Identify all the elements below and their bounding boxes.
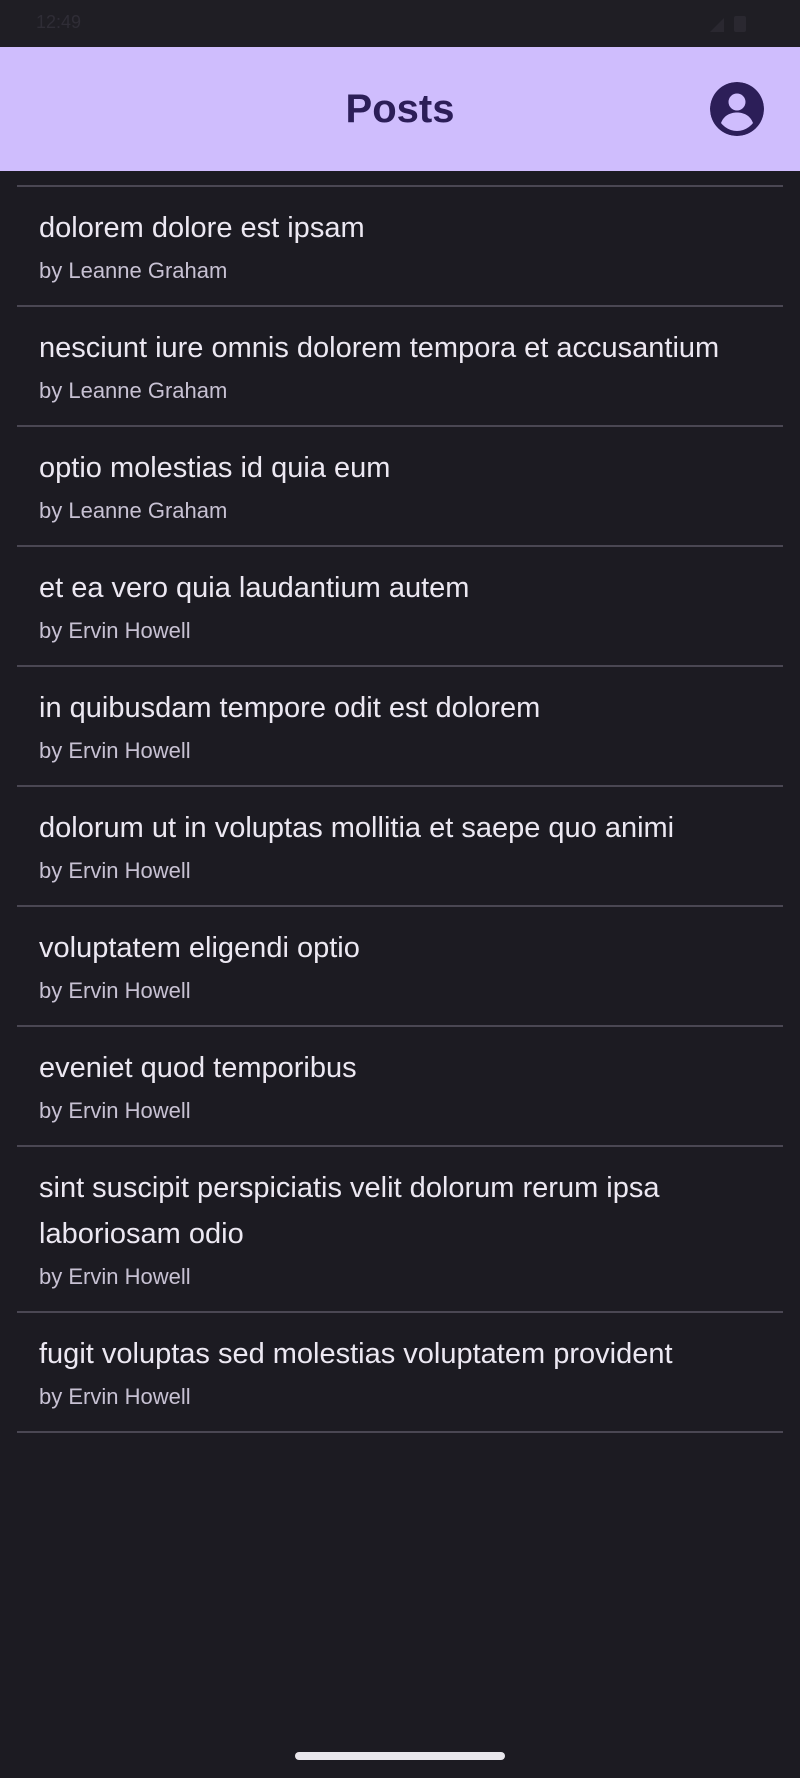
post-title: eveniet quod temporibus — [39, 1052, 357, 1084]
home-indicator[interactable] — [295, 1752, 505, 1760]
post-list-item[interactable]: sint suscipit perspiciatis velit dolorum… — [17, 1147, 783, 1313]
post-author: by Leanne Graham — [39, 258, 228, 283]
post-list-item[interactable]: nesciunt iure omnis dolorem tempora et a… — [17, 307, 783, 427]
post-list-item[interactable]: eveniet quod temporibus by Ervin Howell — [17, 1027, 783, 1147]
post-title: in quibusdam tempore odit est dolorem — [39, 692, 541, 724]
post-title: nesciunt iure omnis dolorem tempora et a… — [39, 332, 720, 364]
account-circle-icon[interactable] — [710, 82, 764, 136]
status-bar: 12:49 — [0, 0, 800, 47]
post-list-item[interactable]: voluptatem eligendi optio by Ervin Howell — [17, 907, 783, 1027]
post-title: optio molestias id quia eum — [39, 452, 391, 484]
post-list-item[interactable]: dolorum ut in voluptas mollitia et saepe… — [17, 787, 783, 907]
post-title: fugit voluptas sed molestias voluptatem … — [39, 1338, 673, 1370]
signal-battery-icon — [710, 16, 746, 32]
post-author: by Ervin Howell — [39, 978, 191, 1003]
post-title: dolorem dolore est ipsam — [39, 212, 365, 244]
post-list-item[interactable]: optio molestias id quia eum by Leanne Gra… — [17, 427, 783, 547]
top-app-bar: Posts — [0, 47, 800, 171]
post-author: by Ervin Howell — [39, 1264, 191, 1289]
status-time: 12:49 — [36, 12, 82, 32]
post-list-item[interactable]: in quibusdam tempore odit est dolorem by … — [17, 667, 783, 787]
post-list-item[interactable]: dolorem dolore est ipsam by Leanne Graham — [17, 187, 783, 307]
post-list-item[interactable]: by Leanne Graham — [17, 171, 783, 187]
post-author: by Leanne Graham — [39, 378, 228, 403]
posts-list[interactable]: by Leanne Grahamdolorem dolore est ipsam… — [0, 171, 800, 1718]
post-author: by Ervin Howell — [39, 1098, 191, 1123]
post-title: dolorum ut in voluptas mollitia et saepe… — [39, 812, 675, 844]
post-author: by Ervin Howell — [39, 618, 191, 643]
page-title: Posts — [345, 87, 455, 131]
post-title: voluptatem eligendi optio — [39, 932, 360, 964]
post-author: by Ervin Howell — [39, 1384, 191, 1409]
bottom-gesture-area — [0, 1718, 800, 1778]
post-author: by Ervin Howell — [39, 738, 191, 763]
post-title: sint suscipit perspiciatis velit dolorum… — [39, 1172, 660, 1250]
post-author: by Ervin Howell — [39, 858, 191, 883]
post-title: et ea vero quia laudantium autem — [39, 572, 470, 604]
post-list-item[interactable]: fugit voluptas sed molestias voluptatem … — [17, 1313, 783, 1433]
posts-list-content: by Leanne Grahamdolorem dolore est ipsam… — [0, 171, 800, 1433]
post-list-item[interactable]: et ea vero quia laudantium autem by Ervin… — [17, 547, 783, 667]
post-author: by Leanne Graham — [39, 498, 228, 523]
